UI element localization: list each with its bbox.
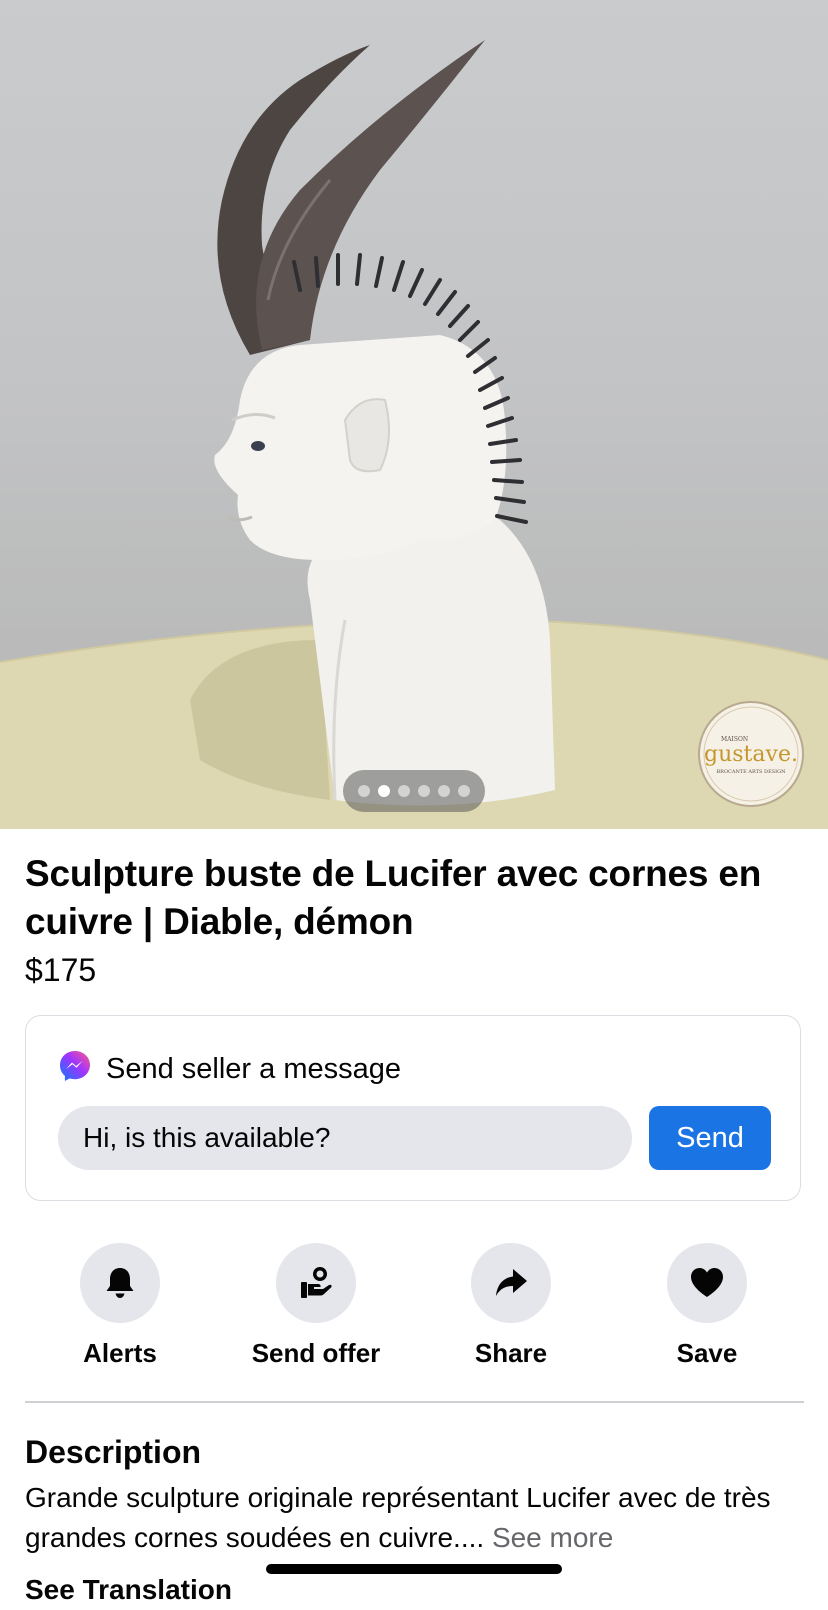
send-seller-message-card: Send seller a message Send (25, 1015, 801, 1201)
carousel-dot[interactable] (438, 785, 450, 797)
save-button-circle[interactable] (667, 1243, 747, 1323)
save-label: Save (676, 1338, 738, 1368)
alerts-button[interactable]: Alerts (30, 1243, 210, 1369)
section-divider (25, 1401, 804, 1403)
share-arrow-icon (496, 1269, 527, 1296)
listing-actions-row: Alerts Send offer Share Save (0, 1243, 828, 1373)
sculpture-photo-illustration: MAISON gustave. BROCANTE ARTS DESIGN (0, 40, 828, 829)
carousel-dot[interactable] (398, 785, 410, 797)
photo-carousel-indicator[interactable] (343, 770, 485, 812)
description-heading: Description (25, 1434, 202, 1470)
heart-icon (691, 1268, 723, 1297)
seller-watermark-logo: MAISON gustave. BROCANTE ARTS DESIGN (698, 701, 804, 807)
see-more-link[interactable]: See more (492, 1522, 613, 1553)
description-body: Grande sculpture originale représentant … (25, 1482, 771, 1553)
svg-text:gustave.: gustave. (704, 742, 798, 767)
carousel-dot[interactable] (418, 785, 430, 797)
svg-text:BROCANTE ARTS DESIGN: BROCANTE ARTS DESIGN (717, 769, 787, 775)
share-label: Share (474, 1338, 548, 1368)
send-message-button[interactable]: Send (649, 1106, 771, 1170)
offer-icon (301, 1267, 332, 1298)
carousel-dot-active[interactable] (378, 785, 390, 797)
save-button[interactable]: Save (617, 1243, 797, 1369)
listing-price: $175 (25, 952, 97, 988)
send-offer-button[interactable]: Send offer (226, 1243, 406, 1369)
listing-title: Sculpture buste de Lucifer avec cornes e… (25, 853, 762, 942)
description-text: Grande sculpture originale représentant … (25, 1478, 815, 1558)
carousel-dot[interactable] (458, 785, 470, 797)
bell-icon (106, 1268, 134, 1298)
send-offer-button-circle[interactable] (276, 1243, 356, 1323)
share-button-circle[interactable] (471, 1243, 551, 1323)
listing-photo[interactable]: MAISON gustave. BROCANTE ARTS DESIGN (0, 0, 828, 829)
alerts-button-circle[interactable] (80, 1243, 160, 1323)
send-offer-label: Send offer (251, 1338, 381, 1368)
alerts-label: Alerts (83, 1338, 157, 1368)
message-card-title: Send seller a message (106, 1053, 401, 1085)
carousel-dot[interactable] (358, 785, 370, 797)
share-button[interactable]: Share (421, 1243, 601, 1369)
message-input[interactable] (58, 1106, 632, 1170)
message-card-header: Send seller a message (58, 1046, 401, 1086)
messenger-icon (60, 1051, 90, 1081)
see-translation-link[interactable]: See Translation (25, 1570, 232, 1610)
home-indicator[interactable] (266, 1564, 562, 1574)
